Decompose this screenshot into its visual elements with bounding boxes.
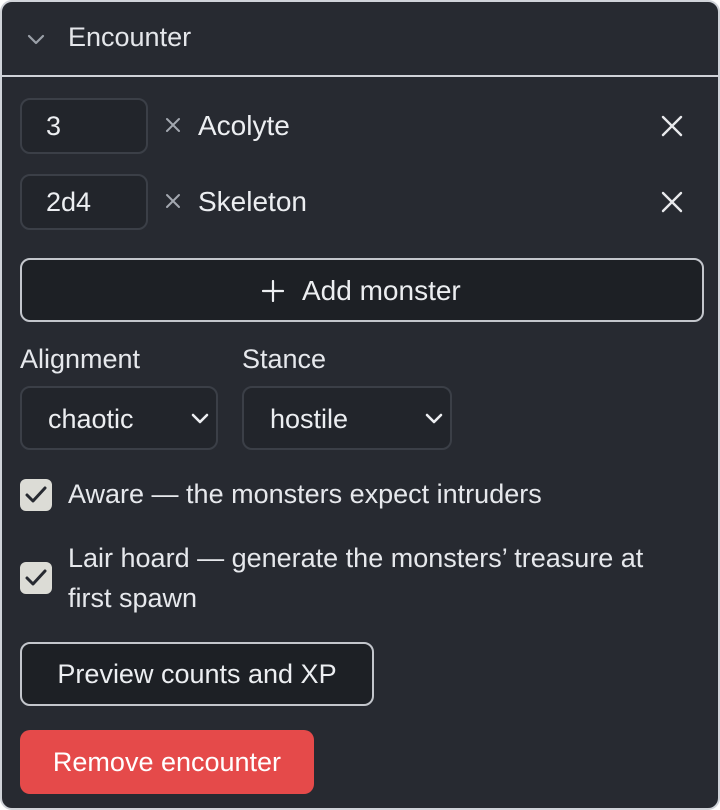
monster-count-input[interactable] bbox=[20, 98, 148, 154]
remove-encounter-button[interactable]: Remove encounter bbox=[20, 730, 314, 794]
stance-select[interactable]: hostile bbox=[242, 386, 452, 450]
monster-row: Skeleton bbox=[20, 174, 704, 230]
multiply-icon bbox=[166, 118, 180, 132]
lair-hoard-option: Lair hoard — generate the monsters’ trea… bbox=[20, 538, 704, 618]
monster-count-input[interactable] bbox=[20, 174, 148, 230]
stance-label: Stance bbox=[242, 344, 327, 374]
chevron-down-icon[interactable] bbox=[26, 30, 46, 50]
lair-hoard-checkbox[interactable] bbox=[20, 562, 52, 594]
encounter-panel: Encounter Acolyte Skeleton Add monster A… bbox=[0, 0, 720, 810]
alignment-select[interactable]: chaotic bbox=[20, 386, 218, 450]
encounter-header[interactable]: Encounter bbox=[2, 2, 718, 77]
aware-option: Aware — the monsters expect intruders bbox=[20, 474, 704, 518]
aware-checkbox[interactable] bbox=[20, 479, 52, 511]
monster-name: Skeleton bbox=[198, 186, 307, 217]
alignment-value: chaotic bbox=[48, 404, 134, 434]
multiply-icon bbox=[166, 194, 180, 208]
aware-label: Aware — the monsters expect intruders bbox=[68, 479, 542, 509]
lair-hoard-label-line2: first spawn bbox=[68, 583, 198, 613]
chevron-down-icon bbox=[191, 413, 209, 424]
checkmark-icon bbox=[25, 486, 47, 503]
header-title: Encounter bbox=[68, 22, 192, 52]
add-monster-label: Add monster bbox=[302, 275, 461, 306]
stance-value: hostile bbox=[270, 404, 349, 434]
checkmark-icon bbox=[25, 569, 47, 586]
alignment-label: Alignment bbox=[20, 344, 141, 374]
monster-name: Acolyte bbox=[198, 110, 290, 141]
plus-icon bbox=[262, 280, 284, 302]
monster-row: Acolyte bbox=[20, 98, 704, 154]
preview-counts-button[interactable]: Preview counts and XP bbox=[20, 642, 374, 706]
remove-monster-icon[interactable] bbox=[660, 114, 684, 138]
chevron-down-icon bbox=[425, 413, 443, 424]
lair-hoard-label-line1: Lair hoard — generate the monsters’ trea… bbox=[68, 543, 644, 573]
add-monster-button[interactable]: Add monster bbox=[20, 258, 704, 322]
remove-monster-icon[interactable] bbox=[660, 190, 684, 214]
